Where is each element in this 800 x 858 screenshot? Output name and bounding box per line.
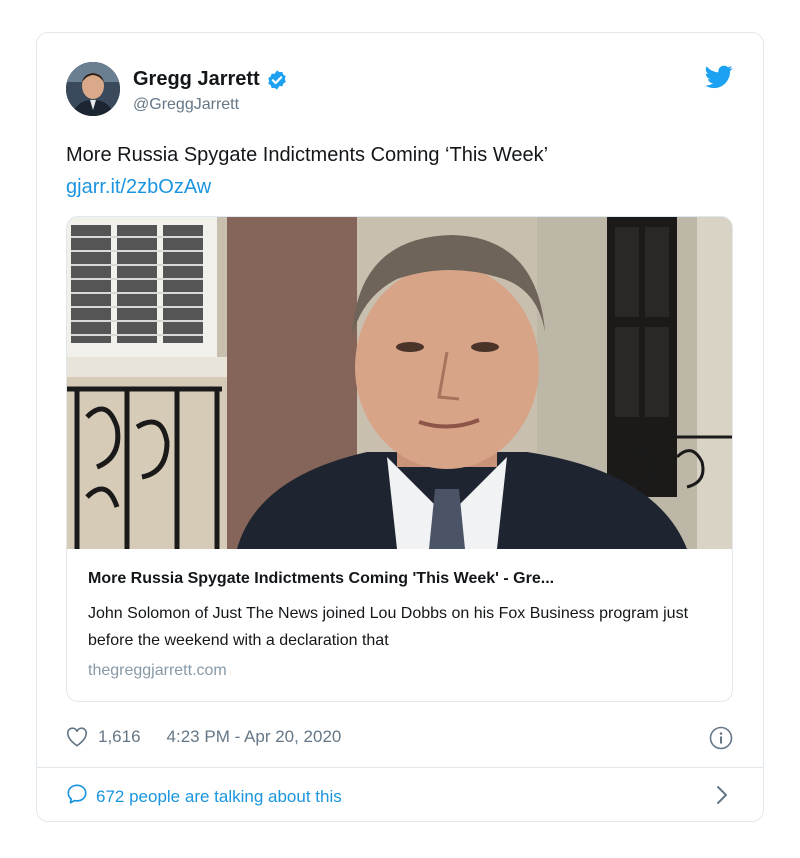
author-name[interactable]: Gregg Jarrett xyxy=(133,68,260,91)
author-avatar[interactable] xyxy=(66,62,120,116)
verified-badge-icon xyxy=(266,69,288,91)
author-handle[interactable]: @GreggJarrett xyxy=(133,96,239,114)
twitter-bird-icon[interactable] xyxy=(705,65,733,89)
tweet-meta: 1,616 4:23 PM - Apr 20, 2020 xyxy=(66,727,341,747)
info-icon[interactable] xyxy=(709,726,733,750)
link-preview-card[interactable]: More Russia Spygate Indictments Coming '… xyxy=(66,216,733,702)
tweet-text: More Russia Spygate Indictments Coming ‘… xyxy=(66,144,549,166)
speech-bubble-icon xyxy=(66,783,88,810)
link-title: More Russia Spygate Indictments Coming '… xyxy=(88,570,555,587)
tweet-card: Gregg Jarrett @GreggJarrett More Russia … xyxy=(36,32,764,822)
tweet-link[interactable]: gjarr.it/2zbOzAw xyxy=(66,171,736,203)
heart-icon[interactable] xyxy=(66,727,88,747)
link-domain: thegreggjarrett.com xyxy=(88,662,227,679)
tweet-body: More Russia Spygate Indictments Coming ‘… xyxy=(66,139,736,203)
link-preview-image xyxy=(67,217,732,549)
conversation-count[interactable]: 672 people are talking about this xyxy=(96,787,342,807)
author-name-row: Gregg Jarrett xyxy=(133,68,288,91)
chevron-right-icon[interactable] xyxy=(715,785,729,805)
divider xyxy=(37,767,763,768)
conversation-link[interactable]: 672 people are talking about this xyxy=(66,783,342,810)
link-preview-body: More Russia Spygate Indictments Coming '… xyxy=(88,567,718,680)
tweet-timestamp[interactable]: 4:23 PM - Apr 20, 2020 xyxy=(167,727,342,747)
like-count[interactable]: 1,616 xyxy=(98,727,141,747)
link-description: John Solomon of Just The News joined Lou… xyxy=(88,605,689,649)
